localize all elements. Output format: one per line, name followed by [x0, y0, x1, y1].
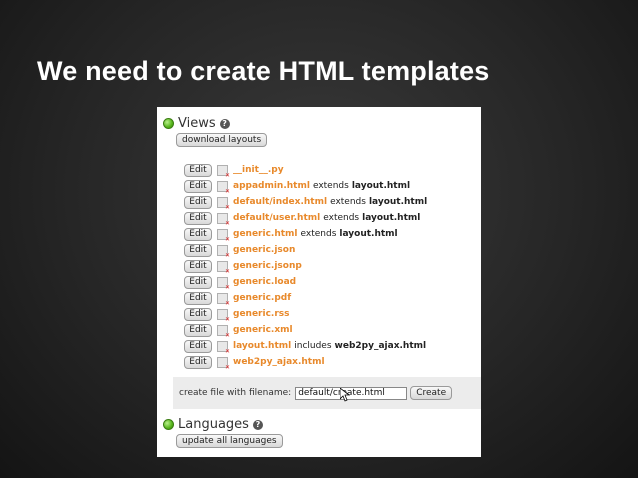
file-row: Edit __init__.py — [184, 162, 427, 179]
edit-button[interactable]: Edit — [184, 323, 212, 337]
file-relation-target: layout.html — [362, 213, 421, 223]
file-link[interactable]: default/index.html — [233, 197, 327, 207]
views-file-list: Edit__init__.pyEditappadmin.htmlextendsl… — [184, 162, 428, 371]
file-row: Edit generic.htmlextendslayout.html — [184, 226, 427, 243]
delete-file-icon[interactable] — [217, 180, 230, 195]
file-relation-target: layout.html — [368, 197, 428, 207]
download-layouts-button[interactable]: download layouts — [176, 133, 268, 147]
edit-button[interactable]: Edit — [184, 307, 212, 321]
file-link[interactable]: generic.load — [233, 277, 296, 287]
filename-input[interactable] — [295, 386, 408, 400]
edit-button[interactable]: Edit — [184, 243, 212, 257]
languages-header: Languages ? — [163, 417, 263, 432]
file-row: Edit web2py_ajax.html — [184, 354, 427, 371]
file-relation: extends — [323, 213, 360, 223]
file-link[interactable]: generic.jsonp — [233, 261, 302, 271]
file-relation-target: layout.html — [339, 229, 398, 239]
file-link[interactable]: generic.rss — [233, 309, 290, 319]
edit-button[interactable]: Edit — [184, 275, 212, 289]
create-file-label: create file with filename: — [179, 388, 292, 398]
file-relation: includes — [294, 341, 332, 351]
languages-title: Languages — [178, 417, 249, 432]
delete-file-icon[interactable] — [217, 356, 230, 371]
file-relation: extends — [330, 197, 366, 207]
file-relation-target: web2py_ajax.html — [334, 341, 427, 351]
file-row: Edit default/user.htmlextendslayout.html — [184, 210, 427, 227]
edit-button[interactable]: Edit — [184, 195, 212, 209]
file-link[interactable]: default/user.html — [233, 213, 320, 223]
views-header: Views ? — [163, 116, 230, 131]
edit-button[interactable]: Edit — [184, 163, 212, 177]
file-link[interactable]: __init__.py — [233, 165, 284, 175]
file-row: Edit generic.rss — [184, 306, 427, 323]
file-relation-target: layout.html — [351, 181, 411, 191]
file-link[interactable]: generic.json — [233, 245, 295, 255]
help-icon[interactable]: ? — [219, 118, 230, 129]
delete-file-icon[interactable] — [217, 292, 230, 307]
edit-button[interactable]: Edit — [184, 179, 212, 193]
help-icon[interactable]: ? — [252, 419, 263, 430]
edit-button[interactable]: Edit — [184, 355, 212, 369]
update-all-languages-button[interactable]: update all languages — [176, 434, 283, 448]
edit-button[interactable]: Edit — [184, 339, 212, 353]
file-link[interactable]: generic.html — [233, 229, 298, 239]
edit-button[interactable]: Edit — [184, 227, 212, 241]
file-row: Edit appadmin.htmlextendslayout.html — [184, 178, 427, 195]
delete-file-icon[interactable] — [217, 276, 230, 291]
file-row: Edit default/index.htmlextendslayout.html — [184, 194, 428, 211]
create-file-bar: create file with filename: Create — [173, 377, 481, 409]
file-link[interactable]: web2py_ajax.html — [233, 357, 325, 367]
delete-file-icon[interactable] — [217, 228, 230, 243]
file-link[interactable]: generic.xml — [233, 325, 293, 335]
status-dot-icon — [163, 419, 174, 430]
create-button[interactable]: Create — [410, 386, 453, 400]
delete-file-icon[interactable] — [217, 260, 230, 275]
file-row: Edit generic.load — [184, 274, 427, 291]
edit-button[interactable]: Edit — [184, 291, 212, 305]
file-row: Edit generic.pdf — [184, 290, 427, 307]
slide-title: We need to create HTML templates — [37, 56, 490, 86]
file-relation: extends — [312, 181, 349, 191]
delete-file-icon[interactable] — [217, 164, 230, 179]
delete-file-icon[interactable] — [217, 244, 230, 259]
file-row: Edit generic.jsonp — [184, 258, 427, 275]
views-title: Views — [178, 116, 216, 131]
file-row: Edit generic.json — [184, 242, 427, 259]
file-relation: extends — [300, 229, 337, 239]
file-link[interactable]: generic.pdf — [233, 293, 291, 303]
file-row: Edit layout.htmlincludesweb2py_ajax.html — [184, 338, 427, 355]
edit-button[interactable]: Edit — [184, 211, 212, 225]
edit-button[interactable]: Edit — [184, 259, 212, 273]
delete-file-icon[interactable] — [217, 324, 230, 339]
delete-file-icon[interactable] — [217, 308, 230, 323]
file-row: Edit generic.xml — [184, 322, 427, 339]
status-dot-icon — [163, 118, 174, 129]
delete-file-icon[interactable] — [217, 212, 230, 227]
file-link[interactable]: layout.html — [233, 341, 291, 351]
file-link[interactable]: appadmin.html — [233, 181, 310, 191]
delete-file-icon[interactable] — [217, 340, 230, 355]
admin-panel: Views ? download layouts Edit __init__.py… — [157, 107, 481, 457]
delete-file-icon[interactable] — [217, 196, 230, 211]
mouse-cursor-icon — [340, 388, 350, 402]
